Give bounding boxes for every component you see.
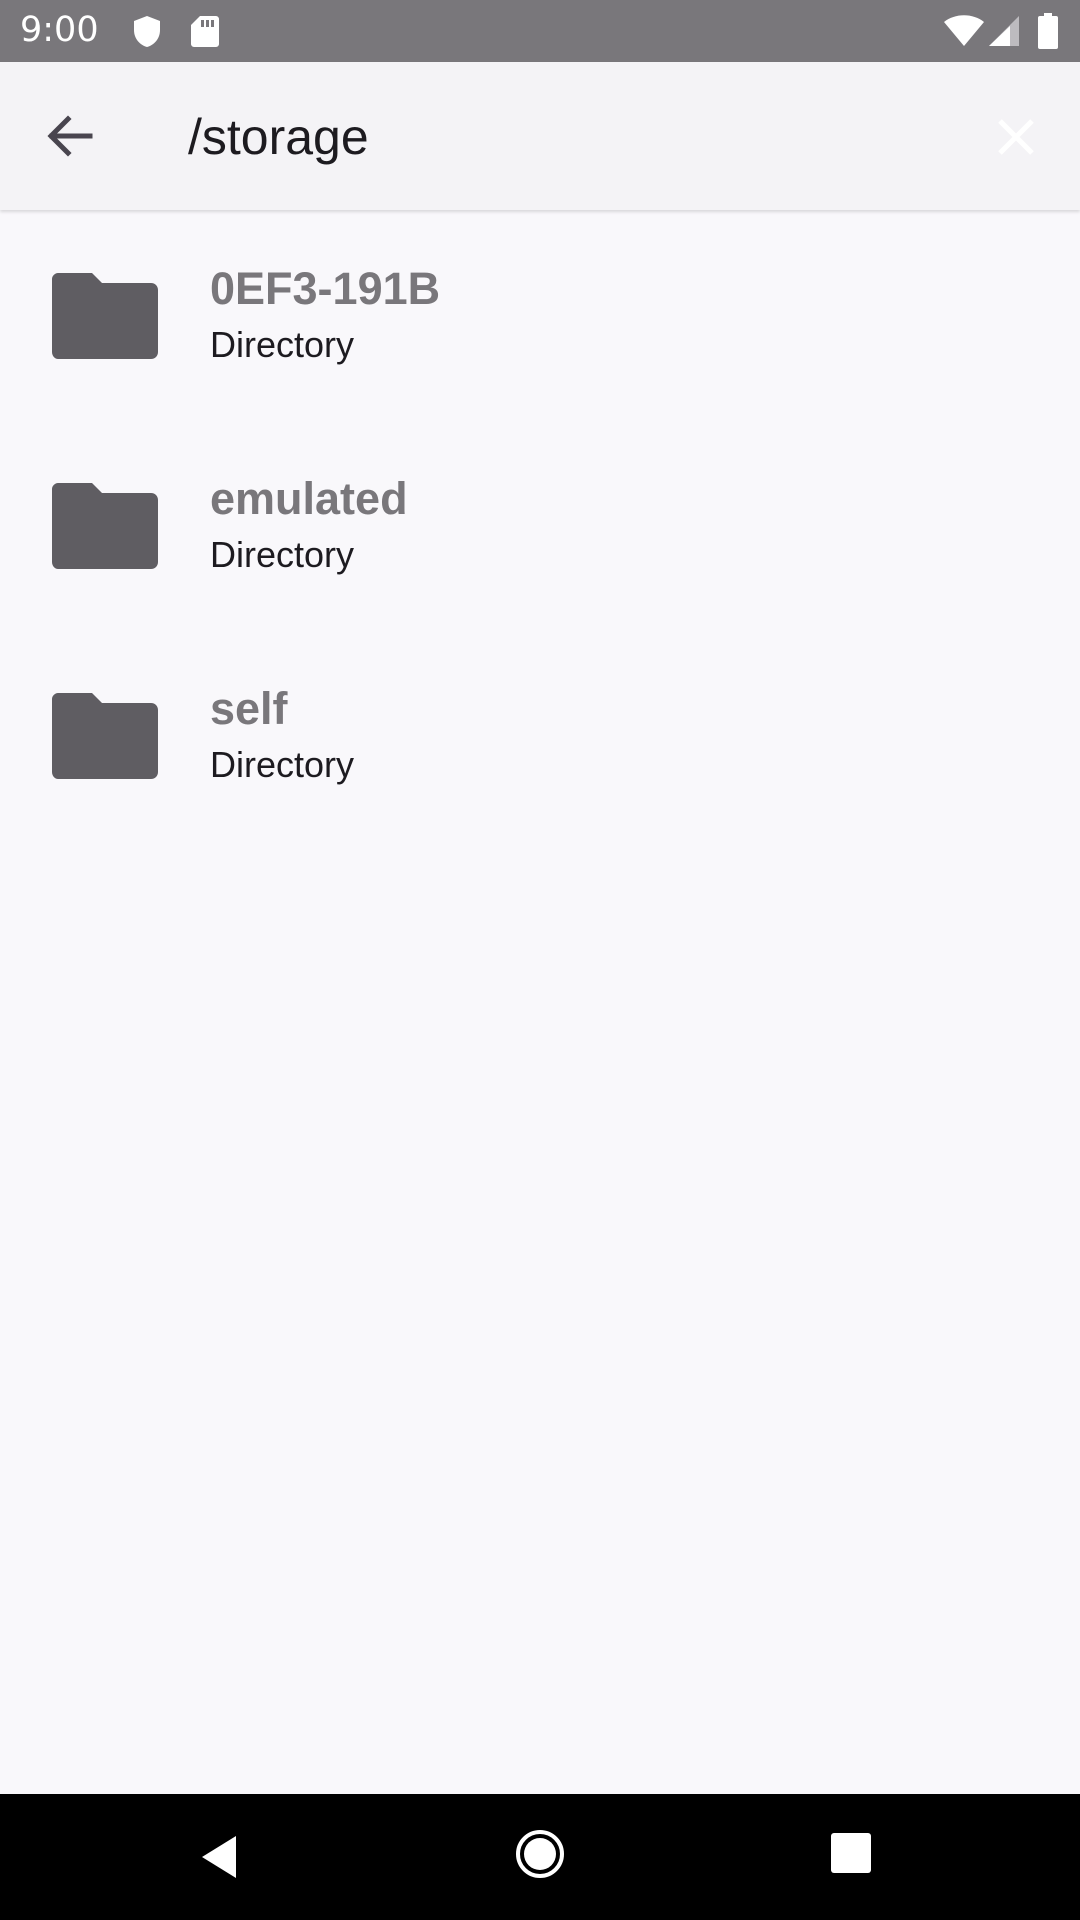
wifi-icon	[944, 15, 984, 46]
app-bar: /storage	[0, 62, 1080, 210]
nav-recents-button[interactable]	[830, 1832, 872, 1874]
directory-name: emulated	[210, 473, 408, 524]
directory-item[interactable]: 0EF3-191B Directory	[0, 210, 1080, 420]
directory-type: Directory	[210, 534, 355, 575]
battery-icon	[1038, 13, 1058, 49]
directory-type: Directory	[210, 324, 355, 365]
status-bar: 9:00	[0, 0, 1080, 62]
nav-back-icon	[202, 1836, 236, 1878]
nav-back-button[interactable]	[196, 1832, 248, 1882]
directory-list: 0EF3-191B Directory emulated Directory s…	[0, 210, 1080, 840]
nav-home-button[interactable]	[514, 1828, 566, 1880]
navigation-bar	[0, 1794, 1080, 1920]
path-title: /storage	[188, 109, 369, 165]
shield-icon	[134, 16, 160, 47]
directory-name: 0EF3-191B	[210, 263, 441, 314]
directory-item[interactable]: self Directory	[0, 630, 1080, 840]
directory-name: self	[210, 683, 288, 734]
close-icon	[998, 119, 1034, 155]
arrow-back-icon	[47, 115, 93, 157]
status-time: 9:00	[20, 10, 99, 50]
back-button[interactable]	[38, 104, 102, 168]
folder-icon	[52, 483, 158, 569]
nav-home-icon	[516, 1830, 564, 1878]
sd-card-icon	[191, 16, 219, 47]
signal-icon	[989, 16, 1019, 46]
directory-type: Directory	[210, 744, 355, 785]
close-button[interactable]	[986, 107, 1046, 167]
nav-recents-icon	[831, 1833, 871, 1873]
folder-icon	[52, 693, 158, 779]
directory-item[interactable]: emulated Directory	[0, 420, 1080, 630]
folder-icon	[52, 273, 158, 359]
